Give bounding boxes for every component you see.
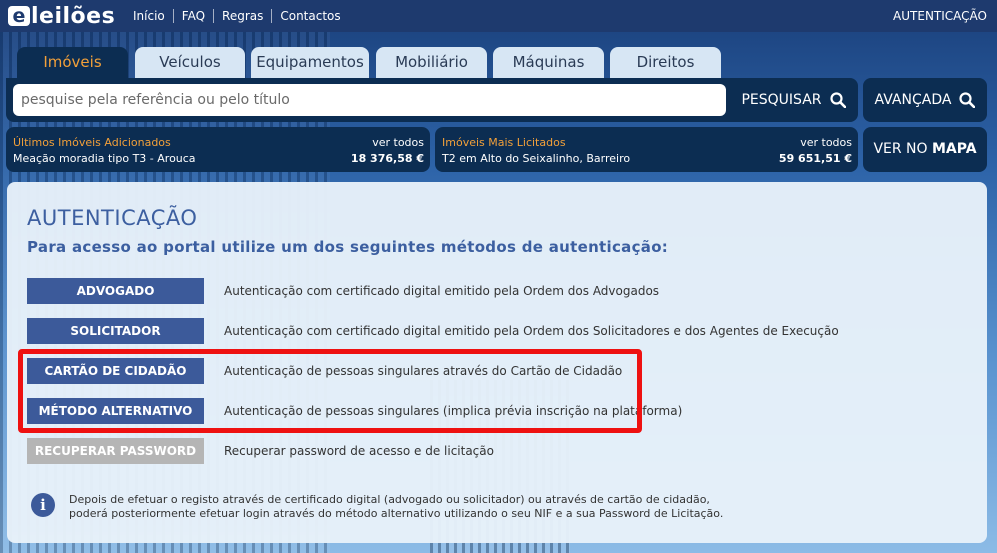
tab-veiculos[interactable]: Veículos bbox=[135, 47, 245, 78]
recent-item[interactable]: Meação moradia tipo T3 - Arouca bbox=[13, 152, 196, 165]
advanced-search-label: AVANÇADA bbox=[874, 92, 952, 108]
most-bid-item[interactable]: T2 em Alto do Seixalinho, Barreiro bbox=[442, 152, 630, 165]
logo-text: leilões bbox=[31, 3, 116, 29]
solicitador-button[interactable]: SOLICITADOR bbox=[27, 318, 204, 344]
search-icon bbox=[829, 92, 846, 108]
auth-panel: AUTENTICAÇÃO Para acesso ao portal utili… bbox=[7, 182, 987, 543]
recent-title[interactable]: Últimos Imóveis Adicionados bbox=[13, 136, 171, 149]
advanced-search-button[interactable]: AVANÇADA bbox=[863, 78, 987, 122]
page-title: AUTENTICAÇÃO bbox=[27, 206, 198, 230]
view-map-button[interactable]: VER NO MAPA bbox=[863, 127, 987, 172]
most-bid-box[interactable]: Imóveis Mais Licitados ver todos T2 em A… bbox=[435, 127, 858, 172]
tab-direitos[interactable]: Direitos bbox=[610, 47, 721, 78]
tab-imoveis[interactable]: Imóveis bbox=[17, 47, 128, 78]
search-icon bbox=[959, 92, 976, 108]
recent-price: 18 376,58 € bbox=[350, 152, 424, 165]
top-nav: Início FAQ Regras Contactos bbox=[133, 9, 349, 23]
info-note-line-1: Depois de efetuar o registo através de c… bbox=[69, 493, 710, 506]
tab-maquinas[interactable]: Máquinas bbox=[493, 47, 604, 78]
recent-see-all[interactable]: ver todos bbox=[372, 136, 424, 149]
recent-properties-box[interactable]: Últimos Imóveis Adicionados ver todos Me… bbox=[6, 127, 430, 172]
most-bid-see-all[interactable]: ver todos bbox=[800, 136, 852, 149]
nav-inicio[interactable]: Início bbox=[133, 9, 173, 23]
search-bar: PESQUISAR bbox=[6, 78, 858, 122]
nav-faq[interactable]: FAQ bbox=[172, 9, 213, 23]
search-button-label: PESQUISAR bbox=[741, 92, 822, 108]
most-bid-price: 59 651,51 € bbox=[778, 152, 852, 165]
solicitador-desc: Autenticação com certificado digital emi… bbox=[224, 324, 839, 338]
cartao-cidadao-desc: Autenticação de pessoas singulares atrav… bbox=[224, 364, 623, 378]
recuperar-password-button[interactable]: RECUPERAR PASSWORD bbox=[27, 438, 204, 464]
metodo-alternativo-button[interactable]: MÉTODO ALTERNATIVO bbox=[27, 398, 204, 424]
nav-regras[interactable]: Regras bbox=[213, 9, 271, 23]
site-logo[interactable]: e leilões bbox=[8, 2, 115, 30]
metodo-alternativo-desc: Autenticação de pessoas singulares (impl… bbox=[224, 404, 683, 418]
advogado-button[interactable]: ADVOGADO bbox=[27, 278, 204, 304]
search-button[interactable]: PESQUISAR bbox=[736, 84, 851, 116]
info-icon: i bbox=[31, 493, 55, 517]
search-input[interactable] bbox=[13, 84, 726, 116]
info-note-line-2: poderá posteriormente efetuar login atra… bbox=[69, 507, 724, 520]
info-note: Depois de efetuar o registo através de c… bbox=[69, 493, 723, 521]
page-subtitle: Para acesso ao portal utilize um dos seg… bbox=[27, 238, 669, 256]
view-map-label-bold: MAPA bbox=[931, 141, 977, 157]
logo-e-icon: e bbox=[8, 6, 30, 26]
nav-contactos[interactable]: Contactos bbox=[271, 9, 348, 23]
top-bar: e leilões Início FAQ Regras Contactos AU… bbox=[0, 0, 997, 32]
advogado-desc: Autenticação com certificado digital emi… bbox=[224, 284, 660, 298]
tab-equipamentos[interactable]: Equipamentos bbox=[251, 47, 369, 78]
auth-link[interactable]: AUTENTICAÇÃO bbox=[893, 9, 987, 23]
cartao-cidadao-button[interactable]: CARTÃO DE CIDADÃO bbox=[27, 358, 204, 384]
most-bid-title[interactable]: Imóveis Mais Licitados bbox=[442, 136, 566, 149]
recuperar-password-desc: Recuperar password de acesso e de licita… bbox=[224, 444, 494, 458]
tab-mobiliario[interactable]: Mobiliário bbox=[376, 47, 487, 78]
view-map-label: VER NO bbox=[873, 141, 932, 157]
